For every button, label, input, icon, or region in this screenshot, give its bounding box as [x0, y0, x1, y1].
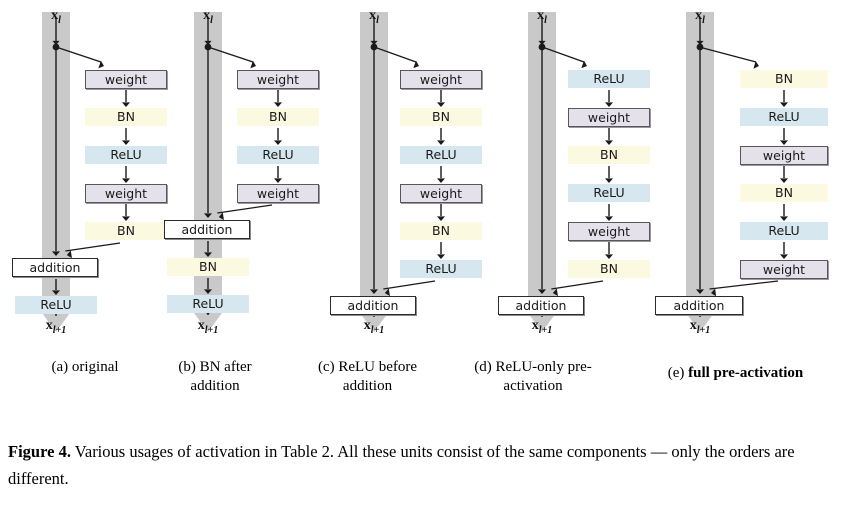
panel-caption-text: full pre-activation	[688, 365, 804, 381]
block-bn: BN	[740, 184, 828, 202]
block-addition: addition	[655, 296, 743, 315]
panel-caption-prefix: (c)	[317, 359, 339, 375]
output-subscript: l+1	[696, 324, 711, 336]
panel-caption-text: ReLU before addition	[338, 359, 418, 394]
figure-caption-label: Figure 4.	[8, 442, 71, 461]
panel-caption-text: ReLU-only pre-activation	[495, 359, 592, 394]
input-subscript: l	[702, 14, 705, 26]
block-weight: weight	[740, 260, 828, 279]
panel-caption-prefix: (a)	[51, 359, 72, 375]
panel-caption-c: (c) ReLU before addition	[300, 358, 435, 396]
block-bn: BN	[740, 70, 828, 88]
output-label-x-l-plus-1: xl+1	[665, 318, 735, 336]
panel-caption-prefix: (b)	[178, 359, 200, 375]
input-label-x-l: xl	[670, 8, 730, 26]
panel-caption-a: (a) original	[0, 358, 170, 377]
panel-caption-e: (e) full pre-activation	[608, 364, 863, 383]
panel-caption-prefix: (d)	[474, 359, 496, 375]
block-relu: ReLU	[740, 222, 828, 240]
panel-caption-prefix: (e)	[667, 365, 689, 381]
panel-caption-text: original	[71, 359, 119, 375]
figure-diagram: weight BN ReLU weight BN addition ReLU xl xl+1 (a…	[0, 0, 865, 394]
panel-caption-d: (d) ReLU-only pre-activation	[468, 358, 598, 396]
figure-caption-text: Various usages of activation in Table 2.…	[8, 442, 795, 488]
block-relu: ReLU	[740, 108, 828, 126]
block-weight: weight	[740, 146, 828, 165]
panel-caption-b: (b) BN after addition	[155, 358, 275, 396]
panel-caption-text: BN after addition	[190, 359, 252, 394]
figure-caption: Figure 4. Various usages of activation i…	[8, 438, 857, 492]
output-symbol: x	[689, 318, 697, 333]
